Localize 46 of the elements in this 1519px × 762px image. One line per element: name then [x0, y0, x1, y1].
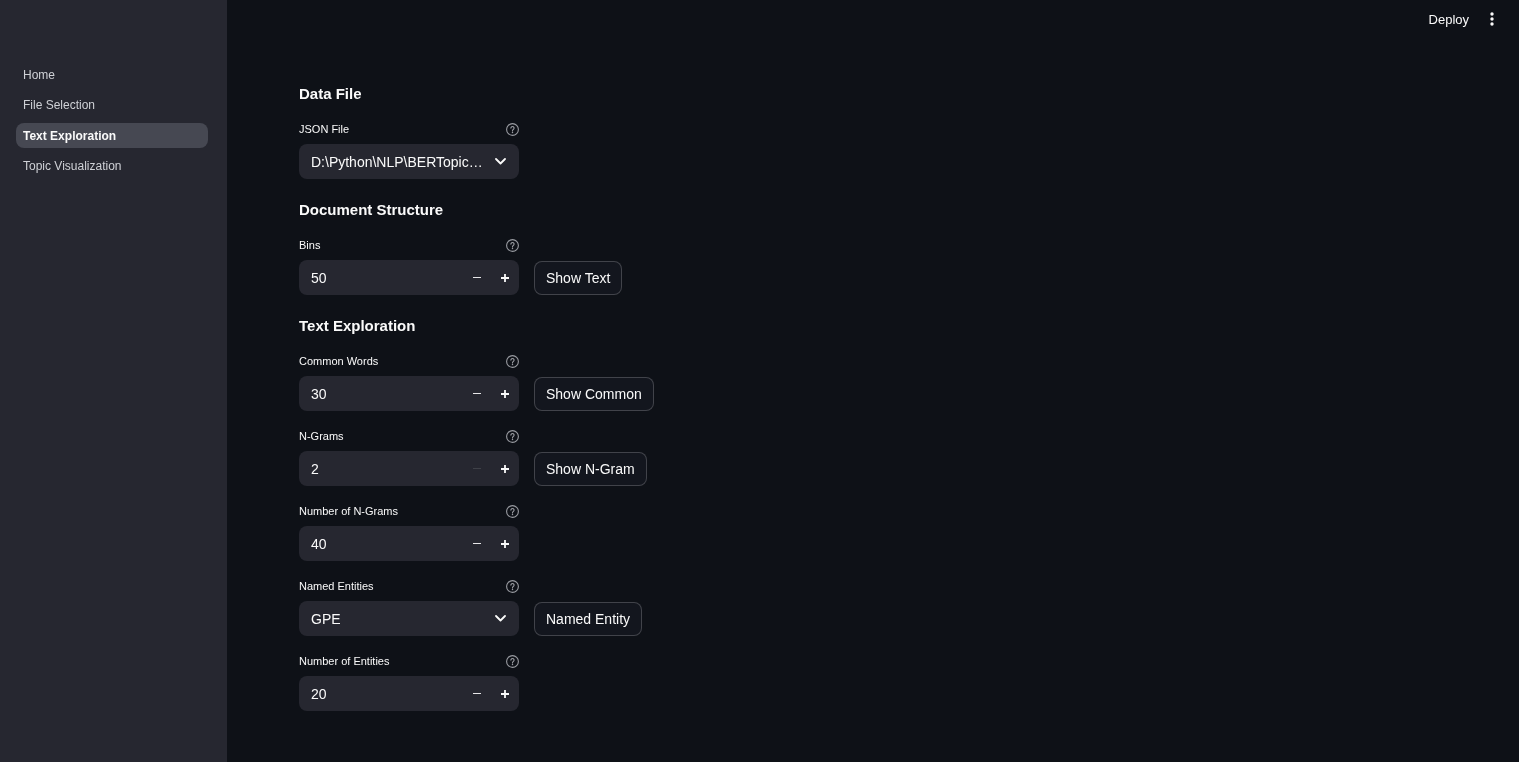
nav-link[interactable]: File Selection: [16, 92, 208, 118]
chevron-down-icon: [495, 158, 506, 165]
increment-button[interactable]: [491, 451, 519, 486]
help-icon[interactable]: [506, 238, 519, 252]
increment-button[interactable]: [491, 676, 519, 711]
help-icon[interactable]: [506, 429, 519, 443]
action-button[interactable]: Show N-Gram: [534, 451, 647, 486]
field-label: N-Grams: [299, 430, 344, 442]
action-button[interactable]: Show Common: [534, 376, 654, 411]
action-button[interactable]: Named Entity: [534, 601, 643, 636]
section-heading: Text Exploration: [299, 316, 416, 336]
help-icon[interactable]: [506, 579, 519, 593]
plus-icon: [501, 539, 509, 548]
help-icon[interactable]: [506, 504, 519, 518]
field-label: Common Words: [299, 355, 379, 367]
action-button[interactable]: Show Text: [534, 260, 623, 295]
section-heading: Data File: [299, 84, 362, 104]
field-label: Bins: [299, 239, 321, 251]
number-input[interactable]: 30: [299, 376, 463, 411]
number-input[interactable]: 20: [299, 676, 463, 711]
number-input[interactable]: 50: [299, 260, 463, 295]
nav-link[interactable]: Topic Visualization: [16, 153, 208, 179]
deploy-button[interactable]: Deploy: [1420, 7, 1477, 31]
number-input[interactable]: 2: [299, 451, 463, 486]
increment-button[interactable]: [491, 260, 519, 295]
increment-button[interactable]: [491, 526, 519, 561]
field-label: Named Entities: [299, 580, 374, 592]
plus-icon: [501, 273, 509, 282]
field-label: Number of N-Grams: [299, 505, 399, 517]
help-icon[interactable]: [506, 654, 519, 668]
field-label: Number of Entities: [299, 655, 390, 667]
number-input[interactable]: 40: [299, 526, 463, 561]
nav-link[interactable]: Home: [16, 62, 208, 87]
field-label: JSON File: [299, 123, 350, 135]
plus-icon: [501, 464, 509, 473]
dropdown-select[interactable]: GPE: [299, 601, 519, 636]
vertical-dots-icon: [1490, 12, 1494, 26]
plus-icon: [501, 389, 509, 398]
increment-button[interactable]: [491, 376, 519, 411]
help-icon[interactable]: [506, 354, 519, 368]
section-heading: Document Structure: [299, 200, 444, 220]
dropdown-select[interactable]: D:\Python\NLP\BERTopic…: [299, 144, 519, 179]
chevron-down-icon: [495, 615, 506, 622]
nav-link[interactable]: Text Exploration: [16, 123, 208, 148]
help-icon[interactable]: [506, 122, 519, 136]
plus-icon: [501, 689, 509, 698]
